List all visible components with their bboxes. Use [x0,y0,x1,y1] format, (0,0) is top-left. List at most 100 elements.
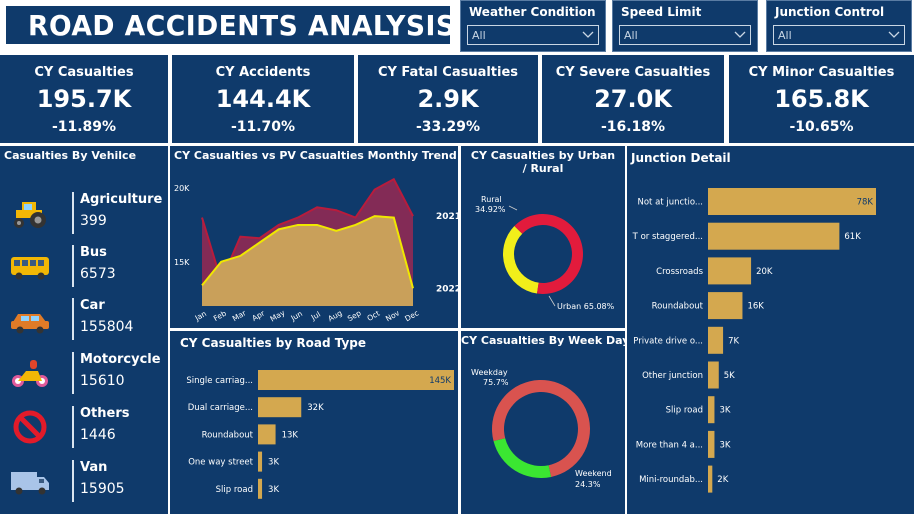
kpi-value: 165.8K [774,85,869,113]
x-tick-label: May [269,308,287,324]
data-label: 75.7% [483,378,509,387]
junction-detail-chart: Not at junctio... 78K T or staggered... 61K… [632,188,876,493]
bar [708,222,840,250]
series-label: 2021 [436,212,458,222]
bar [708,361,719,389]
week-day-panel: CY Casualties By Week Day Weekday 75.7% We… [461,331,625,514]
x-tick-label: Jul [309,310,322,323]
bar [708,326,724,354]
slicer-junction-control[interactable]: Junction Control All [766,0,912,52]
weather-condition-dropdown[interactable]: All [467,25,599,45]
dropdown-value: All [624,29,638,42]
vehicle-row-car: Car 155804 [0,296,168,342]
donut-slice-weekend [493,438,552,478]
x-tick-label: Apr [250,308,267,323]
bar-category-label: Roundabout [652,302,704,312]
bar-value-label: 3K [268,458,279,468]
vehicle-name: Car [80,298,105,313]
bar [258,478,263,499]
x-tick-label: Feb [212,308,228,323]
vehicle-row-agriculture: Agriculture 399 [0,190,168,236]
kpi-title: CY Fatal Casualties [377,65,519,80]
kpi-change: -33.29% [415,119,481,135]
kpi-change: -11.89% [51,119,117,135]
vehicle-casualties-panel: Casualties By Vehilce Agriculture 399 Bu… [0,146,168,514]
divider [72,298,74,340]
vehicle-value: 6573 [80,266,116,282]
no-entry-icon [13,410,47,444]
bar [708,465,713,493]
bar-value-label: 5K [724,371,735,381]
bar [708,430,715,458]
vehicle-row-van: Van 15905 [0,458,168,504]
y-tick-label: 20K [174,184,190,193]
tractor-icon [14,202,46,228]
bar-value-label: 32K [307,403,324,413]
slicer-speed-limit[interactable]: Speed Limit All [612,0,758,52]
x-tick-label: Oct [366,309,382,323]
x-tick-label: Nov [384,308,402,323]
vehicle-value: 15610 [80,373,125,389]
kpi-card-severe: CY Severe Casualties 27.0K -16.18% [542,55,724,143]
bar-value-label: 2K [717,475,728,485]
x-tick-label: Jun [288,309,304,323]
donut-slice-rural [503,226,539,294]
motorcycle-icon [12,360,48,387]
bar-category-label: Not at junctio... [638,198,704,208]
legend-label: Weekday [471,368,508,377]
kpi-title: CY Minor Casualties [748,65,895,80]
vehicle-name: Van [80,460,108,475]
road-type-chart: Single carriag... 145K Dual carriage... 32K… [186,370,454,499]
vehicle-value: 1446 [80,427,116,443]
urban-rural-panel: CY Casualties by Urban / Rural Rural 34.9… [461,146,625,328]
legend-label: Rural [481,195,502,204]
kpi-value: 144.4K [215,85,311,113]
kpi-title: CY Accidents [215,65,311,80]
chevron-down-icon [888,31,900,38]
data-label: 24.3% [575,480,601,489]
kpi-card-minor: CY Minor Casualties 165.8K -10.65% [729,55,914,143]
bar-value-label: 13K [282,430,299,440]
slicer-label: Junction Control [775,5,885,19]
monthly-trend-chart: 20K 15K 2021 2022 Jan Feb Mar Apr May Jun Jul Aug Se… [174,177,458,324]
bar-value-label: 16K [747,302,764,312]
series-label: 2022 [436,284,458,294]
x-tick-label: Sep [346,308,363,323]
urban-rural-donut: Rural34.92% Urban 65.08% [475,195,615,311]
kpi-change: -16.18% [600,119,666,135]
kpi-title: CY Casualties [34,65,134,80]
x-tick-label: Dec [403,308,420,323]
divider [72,245,74,287]
panel-title: Casualties By Vehilce [4,149,137,162]
bar-value-label: 3K [268,485,279,495]
speed-limit-dropdown[interactable]: All [619,25,751,45]
x-tick-label: Aug [326,308,343,323]
dropdown-value: All [472,29,486,42]
bar-category-label: Dual carriage... [188,403,253,413]
kpi-value: 27.0K [594,85,672,113]
title-inner: ROAD ACCIDENTS ANALYSIS [6,6,455,44]
slicer-weather-condition[interactable]: Weather Condition All [460,0,606,52]
chevron-down-icon [734,31,746,38]
leader-line [508,205,518,211]
kpi-value: 195.7K [36,85,132,113]
bar-category-label: One way street [188,458,253,468]
leader-line [548,295,556,307]
divider [72,460,74,502]
slicer-label: Weather Condition [469,5,596,19]
data-label: Urban 65.08% [557,302,615,311]
vehicle-name: Bus [80,245,107,260]
bar [258,451,263,472]
divider [72,352,74,394]
data-label: 34.92% [475,205,506,214]
kpi-title: CY Severe Casualties [555,65,711,80]
bus-icon [11,257,49,280]
bar-category-label: Other junction [642,371,703,381]
kpi-change: -10.65% [789,119,854,135]
van-icon [11,472,49,495]
page-title: ROAD ACCIDENTS ANALYSIS [28,8,456,42]
junction-control-dropdown[interactable]: All [773,25,905,45]
y-tick-label: 15K [174,258,190,267]
kpi-card-fatal: CY Fatal Casualties 2.9K -33.29% [358,55,538,143]
bar-value-label: 20K [756,267,773,277]
